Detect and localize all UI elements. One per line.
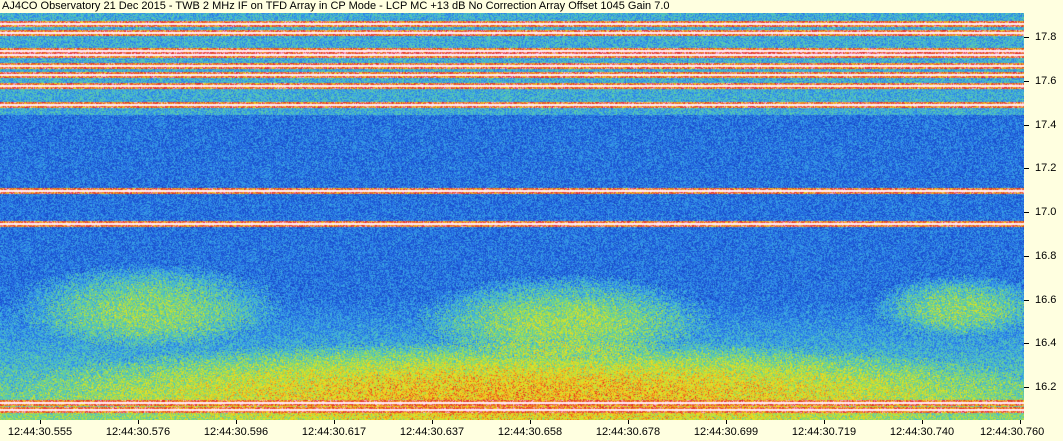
y-tick-label: 17.0 <box>1035 206 1057 218</box>
x-tick-label: 12:44:30.678 <box>595 426 661 438</box>
x-tick-mark <box>432 420 433 424</box>
y-tick-mark <box>1024 387 1029 388</box>
y-tick-mark <box>1024 343 1029 344</box>
y-tick-label: 17.4 <box>1035 119 1057 131</box>
title-bar: AJ4CO Observatory 21 Dec 2015 - TWB 2 MH… <box>0 0 1063 13</box>
x-tick-label: 12:44:30.596 <box>203 426 269 438</box>
x-tick-mark <box>1020 420 1021 424</box>
y-tick-mark <box>1024 168 1029 169</box>
y-tick-mark <box>1024 37 1029 38</box>
x-tick-mark <box>922 420 923 424</box>
x-tick-mark <box>40 420 41 424</box>
y-tick-mark <box>1024 300 1029 301</box>
y-tick-mark <box>1024 125 1029 126</box>
x-tick-label: 12:44:30.719 <box>791 426 857 438</box>
x-tick-label: 12:44:30.555 <box>7 426 73 438</box>
x-tick-label: 12:44:30.576 <box>105 426 171 438</box>
x-tick-label: 12:44:30.760 <box>980 426 1045 438</box>
x-tick-label: 12:44:30.637 <box>399 426 465 438</box>
x-tick-label: 12:44:30.740 <box>889 426 955 438</box>
y-tick-label: 16.8 <box>1035 250 1057 262</box>
y-tick-label: 16.2 <box>1035 381 1057 393</box>
x-tick-mark <box>236 420 237 424</box>
y-tick-label: 17.2 <box>1035 162 1057 174</box>
y-tick-label: 17.8 <box>1035 31 1057 43</box>
x-tick-mark <box>138 420 139 424</box>
y-tick-label: 17.6 <box>1035 75 1057 87</box>
y-tick-label: 16.4 <box>1035 337 1057 349</box>
x-tick-mark <box>530 420 531 424</box>
x-tick-label: 12:44:30.658 <box>497 426 563 438</box>
chart-title: AJ4CO Observatory 21 Dec 2015 - TWB 2 MH… <box>2 0 670 12</box>
spectrogram-plot[interactable] <box>0 13 1024 420</box>
y-tick-mark <box>1024 256 1029 257</box>
y-tick-mark <box>1024 212 1029 213</box>
x-tick-mark <box>334 420 335 424</box>
x-tick-mark <box>628 420 629 424</box>
y-tick-label: 16.6 <box>1035 294 1057 306</box>
x-tick-label: 12:44:30.617 <box>301 426 367 438</box>
y-tick-mark <box>1024 81 1029 82</box>
x-tick-mark <box>726 420 727 424</box>
x-tick-mark <box>824 420 825 424</box>
x-tick-label: 12:44:30.699 <box>693 426 759 438</box>
